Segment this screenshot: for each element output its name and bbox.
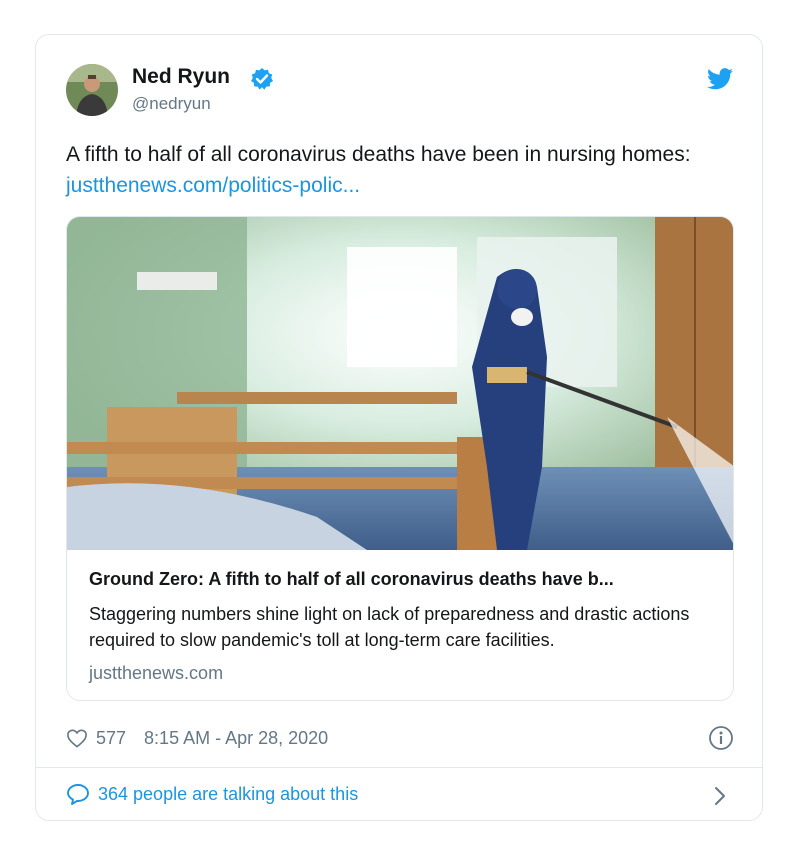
heart-icon[interactable] bbox=[66, 728, 88, 748]
link-card[interactable]: Ground Zero: A fifth to half of all coro… bbox=[66, 216, 734, 701]
conversation-link[interactable]: 364 people are talking about this bbox=[66, 783, 358, 805]
tweet-meta: 577 8:15 AM - Apr 28, 2020 bbox=[66, 726, 328, 750]
author-handle[interactable]: @nedryun bbox=[132, 94, 211, 114]
card-title: Ground Zero: A fifth to half of all coro… bbox=[89, 569, 614, 589]
card-description: Staggering numbers shine light on lack o… bbox=[89, 604, 690, 650]
chevron-right-icon[interactable] bbox=[712, 785, 728, 807]
like-count[interactable]: 577 bbox=[96, 728, 126, 749]
conversation-text[interactable]: 364 people are talking about this bbox=[98, 784, 358, 805]
divider bbox=[36, 767, 762, 768]
embedded-tweet: Ned Ryun @nedryun A fifth to half of all… bbox=[35, 34, 763, 821]
author-name[interactable]: Ned Ryun bbox=[132, 65, 230, 89]
tweet-body: A fifth to half of all coronavirus death… bbox=[66, 143, 691, 166]
tweet-link[interactable]: justthenews.com/politics-polic... bbox=[66, 174, 360, 197]
card-image bbox=[67, 217, 733, 550]
tweet-text: A fifth to half of all coronavirus death… bbox=[66, 139, 726, 201]
avatar[interactable] bbox=[66, 64, 118, 116]
twitter-bird-icon[interactable] bbox=[707, 68, 733, 90]
timestamp[interactable]: 8:15 AM - Apr 28, 2020 bbox=[144, 728, 328, 749]
card-domain: justthenews.com bbox=[89, 663, 224, 683]
comment-bubble-icon bbox=[67, 784, 89, 805]
verified-badge-icon bbox=[251, 68, 273, 90]
info-icon[interactable] bbox=[708, 725, 734, 751]
